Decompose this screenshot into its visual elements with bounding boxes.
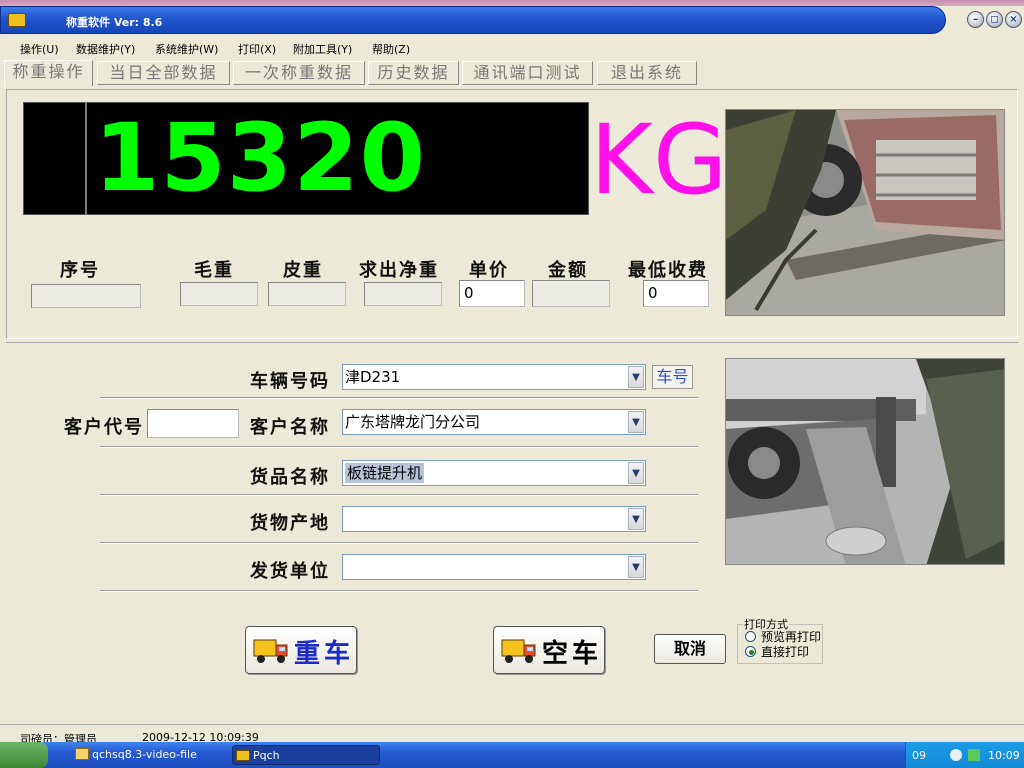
chevron-down-icon[interactable]: ▼ — [628, 411, 644, 433]
unit-price-input[interactable]: 0 — [459, 280, 525, 307]
empty-truck-label: 空车 — [542, 639, 603, 669]
camera-feed-1 — [725, 109, 1005, 316]
vehicle-number-value: 津D231 — [345, 368, 401, 386]
amount-label: 金额 — [548, 260, 588, 281]
print-direct-label: 直接打印 — [761, 645, 810, 659]
vehicle-number-combo[interactable]: 津D231 ▼ — [342, 364, 646, 390]
min-charge-value: 0 — [648, 284, 658, 302]
taskbar-item-app[interactable]: Pqch — [232, 745, 380, 765]
weight-value: 15320 — [94, 104, 427, 213]
customer-name-value: 广东塔牌龙门分公司 — [345, 413, 481, 431]
unit-price-value: 0 — [464, 284, 474, 302]
menu-help[interactable]: 帮助(Z) — [372, 41, 410, 57]
unit-price-label: 单价 — [469, 260, 509, 281]
amount-field — [532, 280, 610, 307]
tare-weight-field — [268, 282, 346, 306]
menu-bar: 操作(U) 数据维护(Y) 系统维护(W) 打印(X) 附加工具(Y) 帮助(Z… — [0, 40, 1024, 58]
cancel-button[interactable]: 取消 — [654, 634, 726, 664]
window-title: 称重软件 Ver: 8.6 — [66, 16, 163, 29]
camera-feed-2 — [725, 358, 1005, 565]
taskbar: qchsq8.3-video-file Pqch 09 10:09 — [0, 742, 1024, 768]
tab-single-weigh[interactable]: 一次称重数据 — [233, 61, 365, 85]
row-divider — [100, 494, 698, 496]
start-button[interactable] — [0, 742, 48, 768]
serial-label: 序号 — [60, 260, 100, 281]
tray-indicator: 09 — [912, 749, 926, 762]
menu-tools[interactable]: 附加工具(Y) — [293, 41, 352, 57]
menu-operate[interactable]: 操作(U) — [20, 41, 59, 57]
tab-today-data[interactable]: 当日全部数据 — [97, 61, 230, 85]
min-charge-label: 最低收费 — [628, 260, 708, 281]
tab-weighing[interactable]: 称重操作 — [4, 60, 93, 86]
loaded-truck-button[interactable]: 重车 — [245, 626, 357, 674]
vehicle-number-label: 车辆号码 — [250, 371, 330, 392]
tab-exit[interactable]: 退出系统 — [597, 61, 697, 85]
display-divider — [85, 102, 87, 215]
menu-system-maintenance[interactable]: 系统维护(W) — [155, 41, 218, 57]
restore-button[interactable]: ◻ — [986, 11, 1003, 28]
network-icon[interactable] — [968, 749, 980, 761]
net-weight-field — [364, 282, 442, 306]
taskbar-item-app-label: Pqch — [253, 749, 280, 762]
chevron-down-icon[interactable]: ▼ — [628, 366, 644, 388]
serial-field — [31, 284, 141, 308]
chevron-down-icon[interactable]: ▼ — [628, 462, 644, 484]
goods-name-value: 板链提升机 — [345, 463, 425, 483]
print-direct-radio[interactable] — [745, 646, 756, 657]
goods-name-label: 货品名称 — [250, 467, 330, 488]
weight-unit: KG — [590, 104, 728, 216]
gross-weight-label: 毛重 — [194, 260, 234, 281]
chevron-down-icon[interactable]: ▼ — [628, 556, 644, 578]
row-divider — [100, 446, 698, 448]
plate-number-button[interactable]: 车号 — [652, 365, 693, 389]
customer-name-label: 客户名称 — [250, 417, 330, 438]
shipper-combo[interactable]: ▼ — [342, 554, 646, 580]
close-button[interactable]: × — [1005, 11, 1022, 28]
goods-origin-combo[interactable]: ▼ — [342, 506, 646, 532]
truck-icon — [253, 639, 288, 663]
chevron-down-icon[interactable]: ▼ — [628, 508, 644, 530]
clock: 10:09 — [988, 749, 1020, 762]
goods-origin-label: 货物产地 — [250, 513, 330, 534]
taskbar-item-folder-label: qchsq8.3-video-file — [92, 748, 197, 761]
menu-data-maintenance[interactable]: 数据维护(Y) — [76, 41, 135, 57]
tab-port-test[interactable]: 通讯端口测试 — [462, 61, 593, 85]
customer-code-label: 客户代号 — [64, 417, 144, 438]
app-icon — [236, 750, 250, 761]
customer-name-combo[interactable]: 广东塔牌龙门分公司 ▼ — [342, 409, 646, 435]
system-tray: 09 10:09 — [905, 742, 1024, 768]
net-weight-label: 求出净重 — [359, 260, 439, 281]
app-icon — [8, 13, 26, 27]
folder-icon — [75, 748, 89, 760]
loaded-truck-label: 重车 — [294, 639, 355, 669]
minimize-button[interactable]: – — [967, 11, 984, 28]
shipper-label: 发货单位 — [250, 561, 330, 582]
tare-weight-label: 皮重 — [283, 260, 323, 281]
empty-truck-button[interactable]: 空车 — [493, 626, 605, 674]
gross-weight-field — [180, 282, 258, 306]
print-preview-radio[interactable] — [745, 631, 756, 642]
tab-history[interactable]: 历史数据 — [368, 61, 459, 85]
min-charge-input[interactable]: 0 — [643, 280, 709, 307]
menu-print[interactable]: 打印(X) — [238, 41, 276, 57]
truck-icon — [501, 639, 536, 663]
row-divider — [100, 397, 698, 399]
volume-icon[interactable] — [950, 749, 962, 761]
row-divider — [100, 542, 698, 544]
taskbar-item-folder[interactable]: qchsq8.3-video-file — [72, 745, 220, 765]
goods-name-combo[interactable]: 板链提升机 ▼ — [342, 460, 646, 486]
row-divider — [100, 590, 698, 592]
status-bar: 司磅员：管理员 2009-12-12 10:09:39 — [0, 724, 1024, 746]
customer-code-input[interactable] — [147, 409, 239, 438]
